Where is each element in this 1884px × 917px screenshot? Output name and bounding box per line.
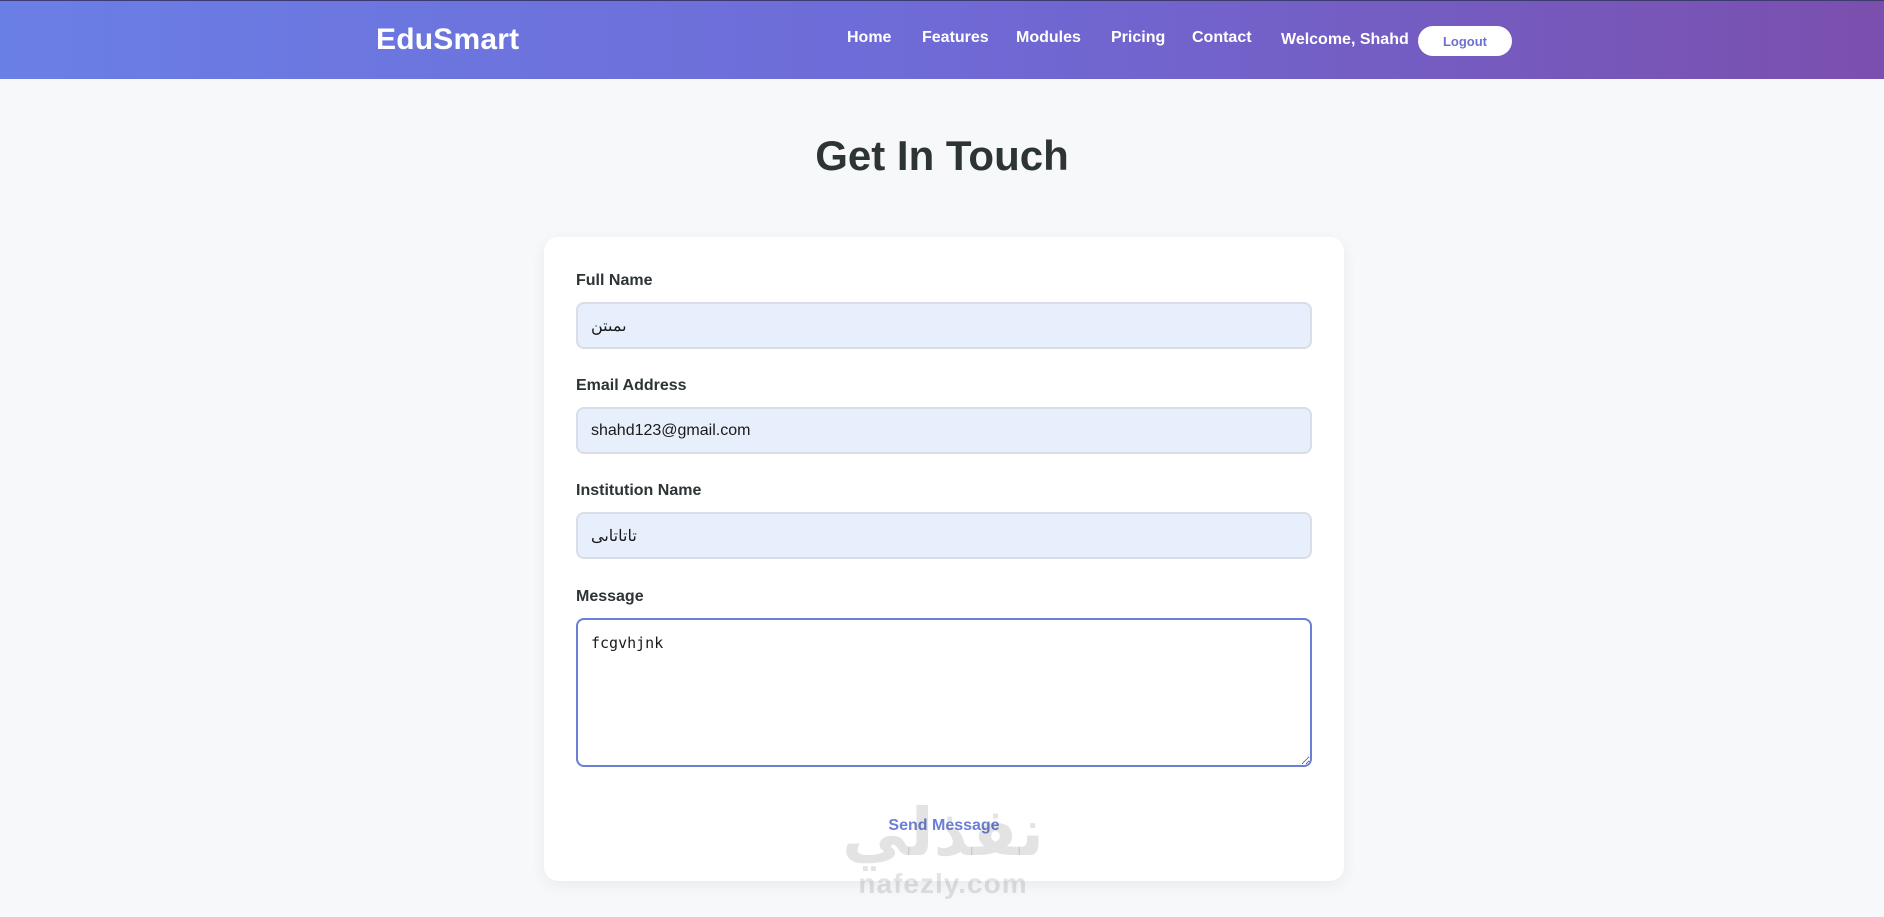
institution-input[interactable] bbox=[576, 512, 1312, 559]
full-name-label: Full Name bbox=[576, 272, 653, 289]
email-input[interactable] bbox=[576, 407, 1312, 454]
nav-link-features[interactable]: Features bbox=[922, 29, 989, 47]
nav-link-pricing[interactable]: Pricing bbox=[1111, 29, 1165, 47]
contact-form-card: Full Name Email Address Institution Name… bbox=[544, 237, 1344, 881]
message-textarea[interactable]: fcgvhjnk bbox=[576, 618, 1312, 767]
logout-button[interactable]: Logout bbox=[1418, 26, 1512, 56]
full-name-input[interactable] bbox=[576, 302, 1312, 349]
email-label: Email Address bbox=[576, 377, 687, 394]
welcome-message: Welcome, Shahd bbox=[1281, 31, 1409, 48]
brand-logo[interactable]: EduSmart bbox=[376, 23, 519, 57]
nav-link-contact[interactable]: Contact bbox=[1192, 29, 1252, 47]
top-navbar: EduSmart Home Features Modules Pricing C… bbox=[0, 0, 1884, 79]
page-title: Get In Touch bbox=[815, 132, 1069, 179]
nav-link-home[interactable]: Home bbox=[847, 29, 891, 47]
send-message-button[interactable]: Send Message bbox=[844, 811, 1044, 841]
nav-link-modules[interactable]: Modules bbox=[1016, 29, 1081, 47]
institution-label: Institution Name bbox=[576, 482, 702, 499]
message-label: Message bbox=[576, 588, 644, 605]
